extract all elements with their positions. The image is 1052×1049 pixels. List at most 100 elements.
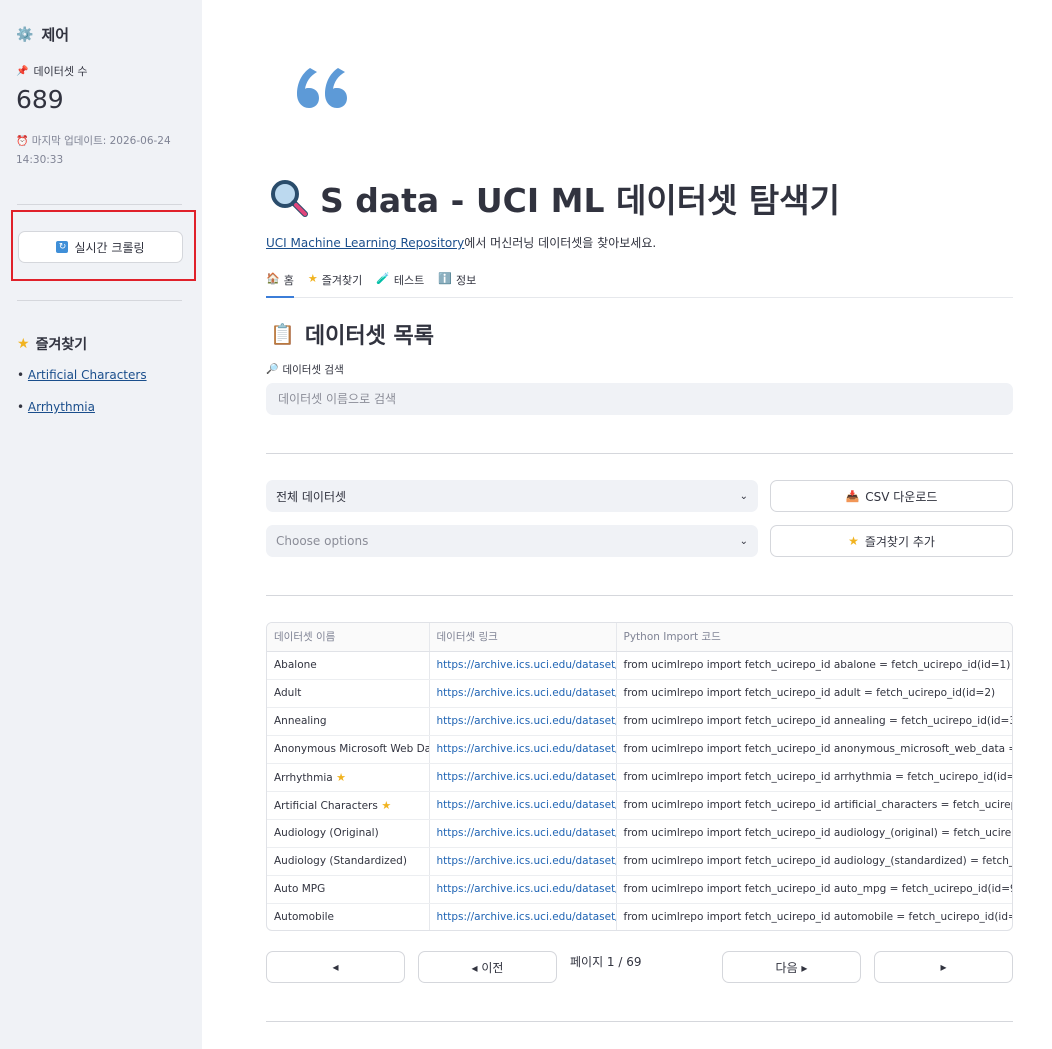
cell-dataset-link[interactable]: https://archive.ics.uci.edu/dataset/5 xyxy=(429,763,617,792)
tab-test-label: 테스트 xyxy=(393,274,425,287)
favorite-item: • Arrhythmia xyxy=(17,400,95,414)
search-label-text: 데이터셋 검색 xyxy=(282,364,344,376)
table-row[interactable]: Arrhythmia ★ https://archive.ics.uci.edu/… xyxy=(267,763,1012,792)
csv-download-button[interactable]: 📥 CSV 다운로드 xyxy=(770,480,1013,512)
cell-dataset-link[interactable]: https://archive.ics.uci.edu/dataset/8 xyxy=(429,847,617,876)
cell-import-code: from ucimlrepo import fetch_ucirepo_id a… xyxy=(616,847,1012,876)
next-page-button[interactable]: 다음 ▸ xyxy=(722,951,861,983)
last-page-label: ▸ xyxy=(940,960,947,974)
tab-test[interactable]: 🧪 테스트 xyxy=(376,270,424,298)
cell-dataset-link[interactable]: https://archive.ics.uci.edu/dataset/9 xyxy=(429,875,617,904)
quote-logo-icon xyxy=(297,68,347,108)
cell-import-code: from ucimlrepo import fetch_ucirepo_id a… xyxy=(616,651,1012,680)
cell-dataset-link[interactable]: https://archive.ics.uci.edu/dataset/4 xyxy=(429,735,617,764)
cell-dataset-link[interactable]: https://archive.ics.uci.edu/dataset/2 xyxy=(429,679,617,708)
table-row[interactable]: Artificial Characters ★ https://archive.i… xyxy=(267,791,1012,820)
gear-icon: ⚙️ xyxy=(16,26,34,43)
alarm-clock-icon: ⏰ xyxy=(16,136,29,147)
table-row[interactable]: Abalone https://archive.ics.uci.edu/datas… xyxy=(267,651,1012,680)
pin-icon: 📌 xyxy=(16,65,29,77)
last-update: ⏰ 마지막 업데이트: 2026-06-24 14:30:33 xyxy=(16,132,186,169)
multiselect-placeholder: Choose options xyxy=(276,534,369,548)
tab-home[interactable]: 🏠 홈 xyxy=(266,270,294,298)
realtime-crawl-button[interactable]: ↻ 실시간 크롤링 xyxy=(18,231,183,263)
sidebar: ⚙️ 제어 📌 데이터셋 수 689 ⏰ 마지막 업데이트: 2026-06-2… xyxy=(0,0,202,1049)
cell-dataset-name: Anonymous Microsoft Web Data xyxy=(267,735,430,764)
cell-import-code: from ucimlrepo import fetch_ucirepo_id a… xyxy=(616,735,1012,764)
dataset-multiselect[interactable]: Choose options ⌄ xyxy=(266,525,758,557)
cell-dataset-link[interactable]: https://archive.ics.uci.edu/dataset/3 xyxy=(429,707,617,736)
next-page-label: 다음 ▸ xyxy=(775,960,808,975)
favorites-title: ★ 즐겨찾기 xyxy=(17,334,87,354)
cell-dataset-name: Arrhythmia ★ xyxy=(267,763,430,792)
dataset-search-input[interactable] xyxy=(266,383,1013,415)
table-row[interactable]: Audiology (Original) https://archive.ics.… xyxy=(267,819,1012,848)
table-row[interactable]: Auto MPG https://archive.ics.uci.edu/data… xyxy=(267,875,1012,904)
table-row[interactable]: Automobile https://archive.ics.uci.edu/da… xyxy=(267,903,1012,930)
table-row[interactable]: Annealing https://archive.ics.uci.edu/dat… xyxy=(267,707,1012,736)
last-page-button[interactable]: ▸ xyxy=(874,951,1013,983)
favorite-link[interactable]: Arrhythmia xyxy=(28,400,95,414)
subtitle: UCI Machine Learning Repository에서 머신러닝 데… xyxy=(266,234,656,251)
divider xyxy=(266,595,1013,596)
sidebar-divider xyxy=(17,204,182,205)
cell-import-code: from ucimlrepo import fetch_ucirepo_id a… xyxy=(616,903,1012,930)
column-header-name[interactable]: 데이터셋 이름 xyxy=(267,623,430,652)
column-header-code[interactable]: Python Import 코드 xyxy=(616,623,1012,652)
favorites-title-label: 즐겨찾기 xyxy=(35,337,88,353)
cell-import-code: from ucimlrepo import fetch_ucirepo_id a… xyxy=(616,791,1012,820)
tab-bar: 🏠 홈 ★ 즐겨찾기 🧪 테스트 ℹ️ 정보 xyxy=(266,270,1013,298)
table-row[interactable]: Adult https://archive.ics.uci.edu/dataset… xyxy=(267,679,1012,708)
first-page-label: ◂ xyxy=(332,960,339,974)
divider xyxy=(266,453,1013,454)
dataset-name-text: Abalone xyxy=(274,659,317,671)
favorite-link[interactable]: Artificial Characters xyxy=(28,368,147,382)
cell-dataset-name: Annealing xyxy=(267,707,430,736)
first-page-button[interactable]: ◂ xyxy=(266,951,405,983)
dataset-name-text: Adult xyxy=(274,687,302,699)
crawl-highlight-box: ↻ 실시간 크롤링 xyxy=(11,210,196,281)
tab-info-label: 정보 xyxy=(455,274,477,287)
dataset-name-text: Audiology (Standardized) xyxy=(274,855,407,867)
prev-page-button[interactable]: ◂ 이전 xyxy=(418,951,557,983)
tab-info[interactable]: ℹ️ 정보 xyxy=(438,270,476,298)
star-icon: ★ xyxy=(17,336,30,352)
dataset-name-text: Automobile xyxy=(274,911,334,923)
dataset-table[interactable]: 데이터셋 이름 데이터셋 링크 Python Import 코드 Abalone… xyxy=(266,622,1013,931)
table-body: Abalone https://archive.ics.uci.edu/datas… xyxy=(267,651,1012,930)
info-icon: ℹ️ xyxy=(438,272,452,285)
cell-dataset-link[interactable]: https://archive.ics.uci.edu/dataset/6 xyxy=(429,791,617,820)
uci-repository-link[interactable]: UCI Machine Learning Repository xyxy=(266,236,464,250)
add-favorite-label: 즐겨찾기 추가 xyxy=(864,534,935,549)
favorite-item: • Artificial Characters xyxy=(17,368,147,382)
cell-import-code: from ucimlrepo import fetch_ucirepo_id a… xyxy=(616,819,1012,848)
cell-import-code: from ucimlrepo import fetch_ucirepo_id a… xyxy=(616,707,1012,736)
cell-import-code: from ucimlrepo import fetch_ucirepo_id a… xyxy=(616,763,1012,792)
clipboard-icon: 📋 xyxy=(270,322,295,346)
table-row[interactable]: Anonymous Microsoft Web Data https://arch… xyxy=(267,735,1012,764)
sidebar-title: ⚙️ 제어 xyxy=(16,24,186,45)
add-favorite-button[interactable]: ★ 즐겨찾기 추가 xyxy=(770,525,1013,557)
sidebar-title-label: 제어 xyxy=(41,26,70,44)
dataset-count-label: 📌 데이터셋 수 xyxy=(16,63,186,79)
dataset-filter-select[interactable]: 전체 데이터셋 ⌄ xyxy=(266,480,758,512)
dataset-name-text: Annealing xyxy=(274,715,327,727)
search-label: 🔎 데이터셋 검색 xyxy=(266,362,344,377)
cell-dataset-link[interactable]: https://archive.ics.uci.edu/dataset/1 xyxy=(429,651,617,680)
page-title: S data - UCI ML 데이터셋 탐색기 xyxy=(270,174,840,222)
chevron-down-icon: ⌄ xyxy=(739,490,748,502)
last-update-text: 마지막 업데이트: 2026-06-24 14:30:33 xyxy=(16,135,171,166)
dataset-name-text: Auto MPG xyxy=(274,883,326,895)
cell-dataset-link[interactable]: https://archive.ics.uci.edu/dataset/10 xyxy=(429,903,617,930)
search-icon: 🔎 xyxy=(266,364,279,375)
favorites-list: • Artificial Characters • Arrhythmia xyxy=(17,368,147,430)
column-header-link[interactable]: 데이터셋 링크 xyxy=(429,623,617,652)
cell-import-code: from ucimlrepo import fetch_ucirepo_id a… xyxy=(616,679,1012,708)
cell-dataset-name: Adult xyxy=(267,679,430,708)
cell-dataset-link[interactable]: https://archive.ics.uci.edu/dataset/7 xyxy=(429,819,617,848)
section-title: 📋 데이터셋 목록 xyxy=(270,318,434,350)
cell-dataset-name: Abalone xyxy=(267,651,430,680)
star-icon: ★ xyxy=(307,272,318,285)
table-row[interactable]: Audiology (Standardized) https://archive.… xyxy=(267,847,1012,876)
tab-favorites[interactable]: ★ 즐겨찾기 xyxy=(308,270,362,298)
